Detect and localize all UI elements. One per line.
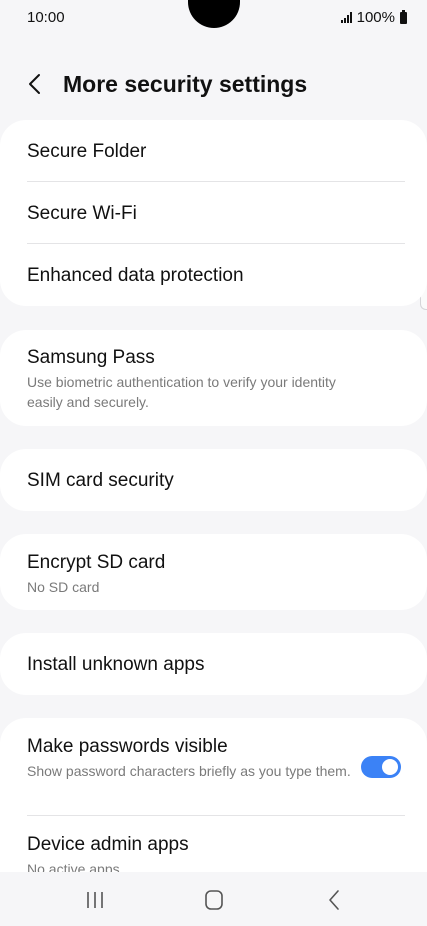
item-title: Secure Folder xyxy=(27,141,147,162)
signal-icon xyxy=(340,12,352,23)
make-passwords-visible-item[interactable]: Make passwords visible Show password cha… xyxy=(0,718,427,816)
item-title: Make passwords visible xyxy=(27,736,228,757)
item-subtitle: Use biometric authentication to verify y… xyxy=(27,374,336,410)
samsung-pass-item[interactable]: Samsung Pass Use biometric authenticatio… xyxy=(0,330,427,426)
nav-back-button[interactable] xyxy=(317,886,351,914)
settings-group-1: Secure Folder Secure Wi-Fi Enhanced data… xyxy=(0,120,427,306)
item-title: Enhanced data protection xyxy=(27,265,244,286)
item-title: Install unknown apps xyxy=(27,654,205,675)
status-indicators: 100% xyxy=(340,9,407,26)
settings-group-4: Encrypt SD card No SD card xyxy=(0,534,427,610)
page-title: More security settings xyxy=(63,71,308,97)
secure-wifi-item[interactable]: Secure Wi-Fi xyxy=(0,182,427,244)
device-admin-apps-item[interactable]: Device admin apps No active apps xyxy=(0,816,427,872)
item-title: SIM card security xyxy=(27,470,174,491)
encrypt-sd-card-item[interactable]: Encrypt SD card No SD card xyxy=(0,534,427,610)
battery-percent: 100% xyxy=(356,9,395,26)
settings-group-5: Install unknown apps xyxy=(0,633,427,695)
passwords-visible-toggle[interactable] xyxy=(361,756,401,778)
home-button[interactable] xyxy=(197,886,231,914)
item-title: Encrypt SD card xyxy=(27,552,166,573)
recent-apps-button[interactable] xyxy=(78,886,112,914)
install-unknown-apps-item[interactable]: Install unknown apps xyxy=(0,633,427,695)
secure-folder-item[interactable]: Secure Folder xyxy=(0,120,427,182)
item-title: Samsung Pass xyxy=(27,347,155,368)
back-button[interactable] xyxy=(22,70,50,98)
battery-icon xyxy=(400,9,407,24)
recent-apps-icon xyxy=(87,892,103,908)
item-title: Secure Wi-Fi xyxy=(27,203,137,224)
navigation-bar xyxy=(0,872,427,926)
home-icon xyxy=(205,890,223,910)
settings-group-6: Make passwords visible Show password cha… xyxy=(0,718,427,872)
camera-notch xyxy=(188,0,240,28)
settings-group-3: SIM card security xyxy=(0,449,427,511)
app-header: More security settings xyxy=(0,62,427,108)
item-subtitle: No active apps xyxy=(27,861,120,872)
chevron-left-icon xyxy=(29,74,40,94)
status-time: 10:00 xyxy=(27,9,65,26)
sim-card-security-item[interactable]: SIM card security xyxy=(0,449,427,511)
enhanced-data-protection-item[interactable]: Enhanced data protection xyxy=(0,244,427,306)
toggle-knob xyxy=(382,759,398,775)
item-title: Device admin apps xyxy=(27,834,189,855)
back-icon xyxy=(329,890,339,910)
settings-group-2: Samsung Pass Use biometric authenticatio… xyxy=(0,330,427,426)
status-bar: 10:00 100% xyxy=(0,0,427,34)
item-subtitle: No SD card xyxy=(27,579,100,595)
